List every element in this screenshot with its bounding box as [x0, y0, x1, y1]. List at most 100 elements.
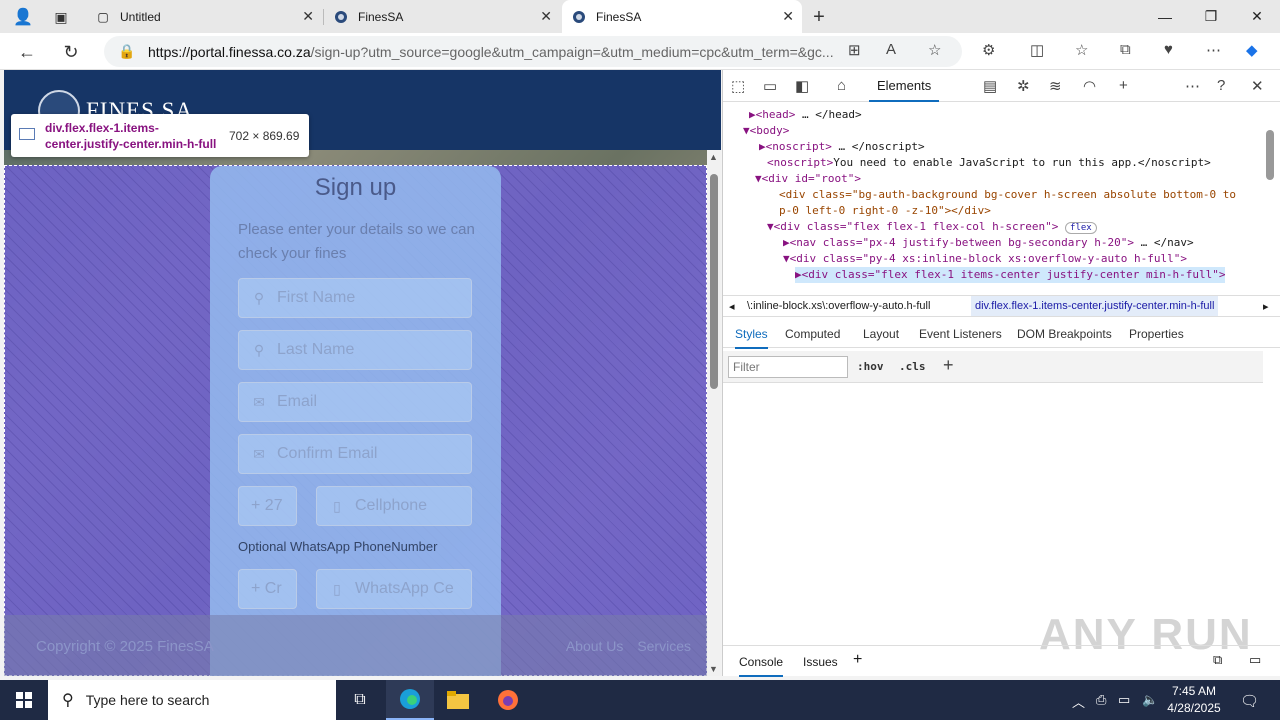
close-tab-icon[interactable]: ✕: [302, 8, 314, 25]
file-explorer-icon[interactable]: [434, 680, 482, 720]
minimize-button[interactable]: —: [1142, 0, 1188, 33]
grid-icon: [19, 128, 35, 140]
start-button[interactable]: [0, 680, 48, 720]
footer-link-services[interactable]: Services: [637, 638, 691, 654]
tab-actions-icon[interactable]: ▣: [46, 2, 76, 32]
dom-line[interactable]: ▶<noscript> … </noscript>: [759, 139, 925, 155]
subtab-computed[interactable]: Computed: [785, 327, 840, 341]
country-code-field[interactable]: + 27: [238, 486, 297, 526]
drawer-tab-issues[interactable]: Issues: [803, 655, 838, 669]
breadcrumb-item-selected[interactable]: div.flex.flex-1.items-center.justify-cen…: [971, 296, 1219, 316]
whatsapp-code-field[interactable]: + Cr: [238, 569, 297, 609]
subtab-styles[interactable]: Styles: [735, 327, 768, 349]
copilot-icon[interactable]: ◆: [1246, 41, 1258, 59]
tab-finessa-2[interactable]: FinesSA ✕: [562, 0, 802, 33]
confirm-email-field[interactable]: ✉ Confirm Email: [238, 434, 472, 474]
dom-line[interactable]: ▼<div class="flex flex-1 flex-col h-scre…: [767, 219, 1097, 236]
close-tab-icon[interactable]: ✕: [540, 8, 552, 25]
dock-icon[interactable]: ◧: [795, 77, 809, 95]
welcome-home-icon[interactable]: ⌂: [837, 77, 846, 94]
app-available-icon[interactable]: ⊞: [848, 41, 861, 59]
dom-line[interactable]: ▼<div class="py-4 xs:inline-block xs:ove…: [783, 251, 1187, 267]
dom-line[interactable]: ▼<div id="root">: [755, 171, 861, 187]
task-view-icon[interactable]: ⧉: [336, 680, 384, 720]
console-icon[interactable]: ▤: [983, 77, 997, 95]
performance-icon[interactable]: ♥: [1164, 41, 1173, 58]
edge-taskbar-icon[interactable]: [386, 680, 434, 720]
tab-elements[interactable]: Elements: [869, 70, 940, 102]
subtab-layout[interactable]: Layout: [863, 327, 899, 341]
first-name-field[interactable]: ⚲ First Name: [238, 278, 472, 318]
styles-filter-input[interactable]: Filter: [728, 356, 848, 378]
network-wifi-icon[interactable]: ≋: [1049, 77, 1062, 95]
whatsapp-field[interactable]: ▯ WhatsApp Ce: [316, 569, 472, 609]
footer-link-about[interactable]: About Us: [566, 638, 624, 654]
subtab-event-listeners[interactable]: Event Listeners: [919, 327, 1002, 341]
drawer-tab-console[interactable]: Console: [739, 655, 784, 677]
collections-icon[interactable]: ⧉: [1120, 41, 1131, 58]
taskbar-search[interactable]: ⚲ Type here to search: [48, 680, 336, 720]
taskbar-clock[interactable]: 7:45 AM 4/28/2025: [1160, 683, 1228, 717]
close-tab-icon[interactable]: ✕: [782, 8, 794, 25]
device-emulation-icon[interactable]: ▭: [763, 77, 777, 95]
network-icon[interactable]: ▭: [1118, 692, 1130, 708]
favorite-star-icon[interactable]: ☆: [928, 41, 941, 59]
dom-scrollbar[interactable]: [1263, 106, 1277, 286]
split-screen-icon[interactable]: ◫: [1030, 41, 1044, 59]
more-tools-icon[interactable]: +: [1119, 77, 1128, 94]
breadcrumb-left-arrow[interactable]: ◂: [729, 300, 735, 313]
meet-now-icon[interactable]: ⎙: [1096, 692, 1106, 708]
favorites-icon[interactable]: ☆: [1075, 41, 1088, 59]
bug-icon[interactable]: ✲: [1017, 77, 1030, 95]
tab-untitled[interactable]: ▢ Untitled ✕: [86, 0, 322, 33]
dom-line[interactable]: <noscript>You need to enable JavaScript …: [767, 155, 1211, 171]
help-icon[interactable]: ?: [1217, 77, 1225, 94]
new-tab-button[interactable]: +: [804, 2, 834, 32]
tray-overflow-icon[interactable]: ︿: [1072, 692, 1085, 711]
dom-line[interactable]: <div class="bg-auth-background bg-cover …: [779, 187, 1236, 203]
inspect-element-icon[interactable]: ⬚: [731, 77, 745, 95]
undock-drawer-icon[interactable]: ⧉: [1213, 652, 1222, 668]
address-bar[interactable]: 🔒 https://portal.finessa.co.za/sign-up?u…: [104, 36, 962, 67]
add-drawer-tab-icon[interactable]: +: [853, 651, 862, 669]
last-name-field[interactable]: ⚲ Last Name: [238, 330, 472, 370]
hov-toggle[interactable]: :hov: [857, 360, 884, 373]
subtab-properties[interactable]: Properties: [1129, 327, 1184, 341]
notifications-icon[interactable]: 🗨: [1240, 692, 1259, 710]
back-button[interactable]: ←: [12, 37, 42, 67]
refresh-button[interactable]: ↻: [56, 37, 86, 67]
dom-line-selected[interactable]: ▶<div class="flex flex-1 items-center ju…: [795, 267, 1226, 283]
close-devtools-icon[interactable]: ✕: [1251, 77, 1264, 95]
last-name-placeholder: Last Name: [277, 341, 355, 358]
more-menu-icon[interactable]: ⋯: [1206, 41, 1221, 59]
read-aloud-icon[interactable]: A: [886, 41, 896, 58]
profile-icon[interactable]: 👤: [8, 2, 38, 32]
restore-button[interactable]: ❐: [1188, 0, 1234, 33]
scroll-down-icon[interactable]: ▼: [709, 664, 718, 674]
more-options-icon[interactable]: ⋯: [1185, 77, 1200, 95]
breadcrumb-right-arrow[interactable]: ▸: [1263, 300, 1269, 313]
breadcrumb-item[interactable]: \:inline-block.xs\:overflow-y-auto.h-ful…: [747, 300, 930, 312]
dom-line[interactable]: ▶<nav class="px-4 justify-between bg-sec…: [783, 235, 1194, 251]
dom-tree[interactable]: ▶<head> … </head> ▼<body> ▶<noscript> … …: [723, 104, 1263, 294]
windows-logo-icon: [16, 692, 32, 708]
scrollbar-thumb[interactable]: [710, 174, 718, 389]
dom-line[interactable]: p-0 left-0 right-0 -z-10"></div>: [779, 203, 991, 219]
dom-scrollbar-thumb[interactable]: [1266, 130, 1274, 180]
new-style-rule-icon[interactable]: +: [943, 355, 954, 376]
scroll-up-icon[interactable]: ▲: [709, 152, 718, 162]
firefox-icon[interactable]: [484, 680, 532, 720]
performance-gauge-icon[interactable]: ◠: [1083, 77, 1096, 95]
cellphone-field[interactable]: ▯ Cellphone: [316, 486, 472, 526]
subtab-dom-breakpoints[interactable]: DOM Breakpoints: [1017, 327, 1112, 341]
dom-line[interactable]: ▶<head> … </head>: [749, 107, 862, 123]
tab-finessa-1[interactable]: FinesSA ✕: [324, 0, 560, 33]
page-scrollbar[interactable]: ▲ ▼: [707, 150, 721, 676]
dom-line[interactable]: ▼<body>: [743, 123, 789, 139]
cls-toggle[interactable]: .cls: [899, 360, 926, 373]
dock-drawer-icon[interactable]: ▭: [1249, 652, 1261, 668]
email-field[interactable]: ✉ Email: [238, 382, 472, 422]
extensions-icon[interactable]: ⚙: [982, 41, 995, 59]
close-window-button[interactable]: ✕: [1234, 0, 1280, 33]
volume-icon[interactable]: 🔈: [1142, 692, 1158, 708]
